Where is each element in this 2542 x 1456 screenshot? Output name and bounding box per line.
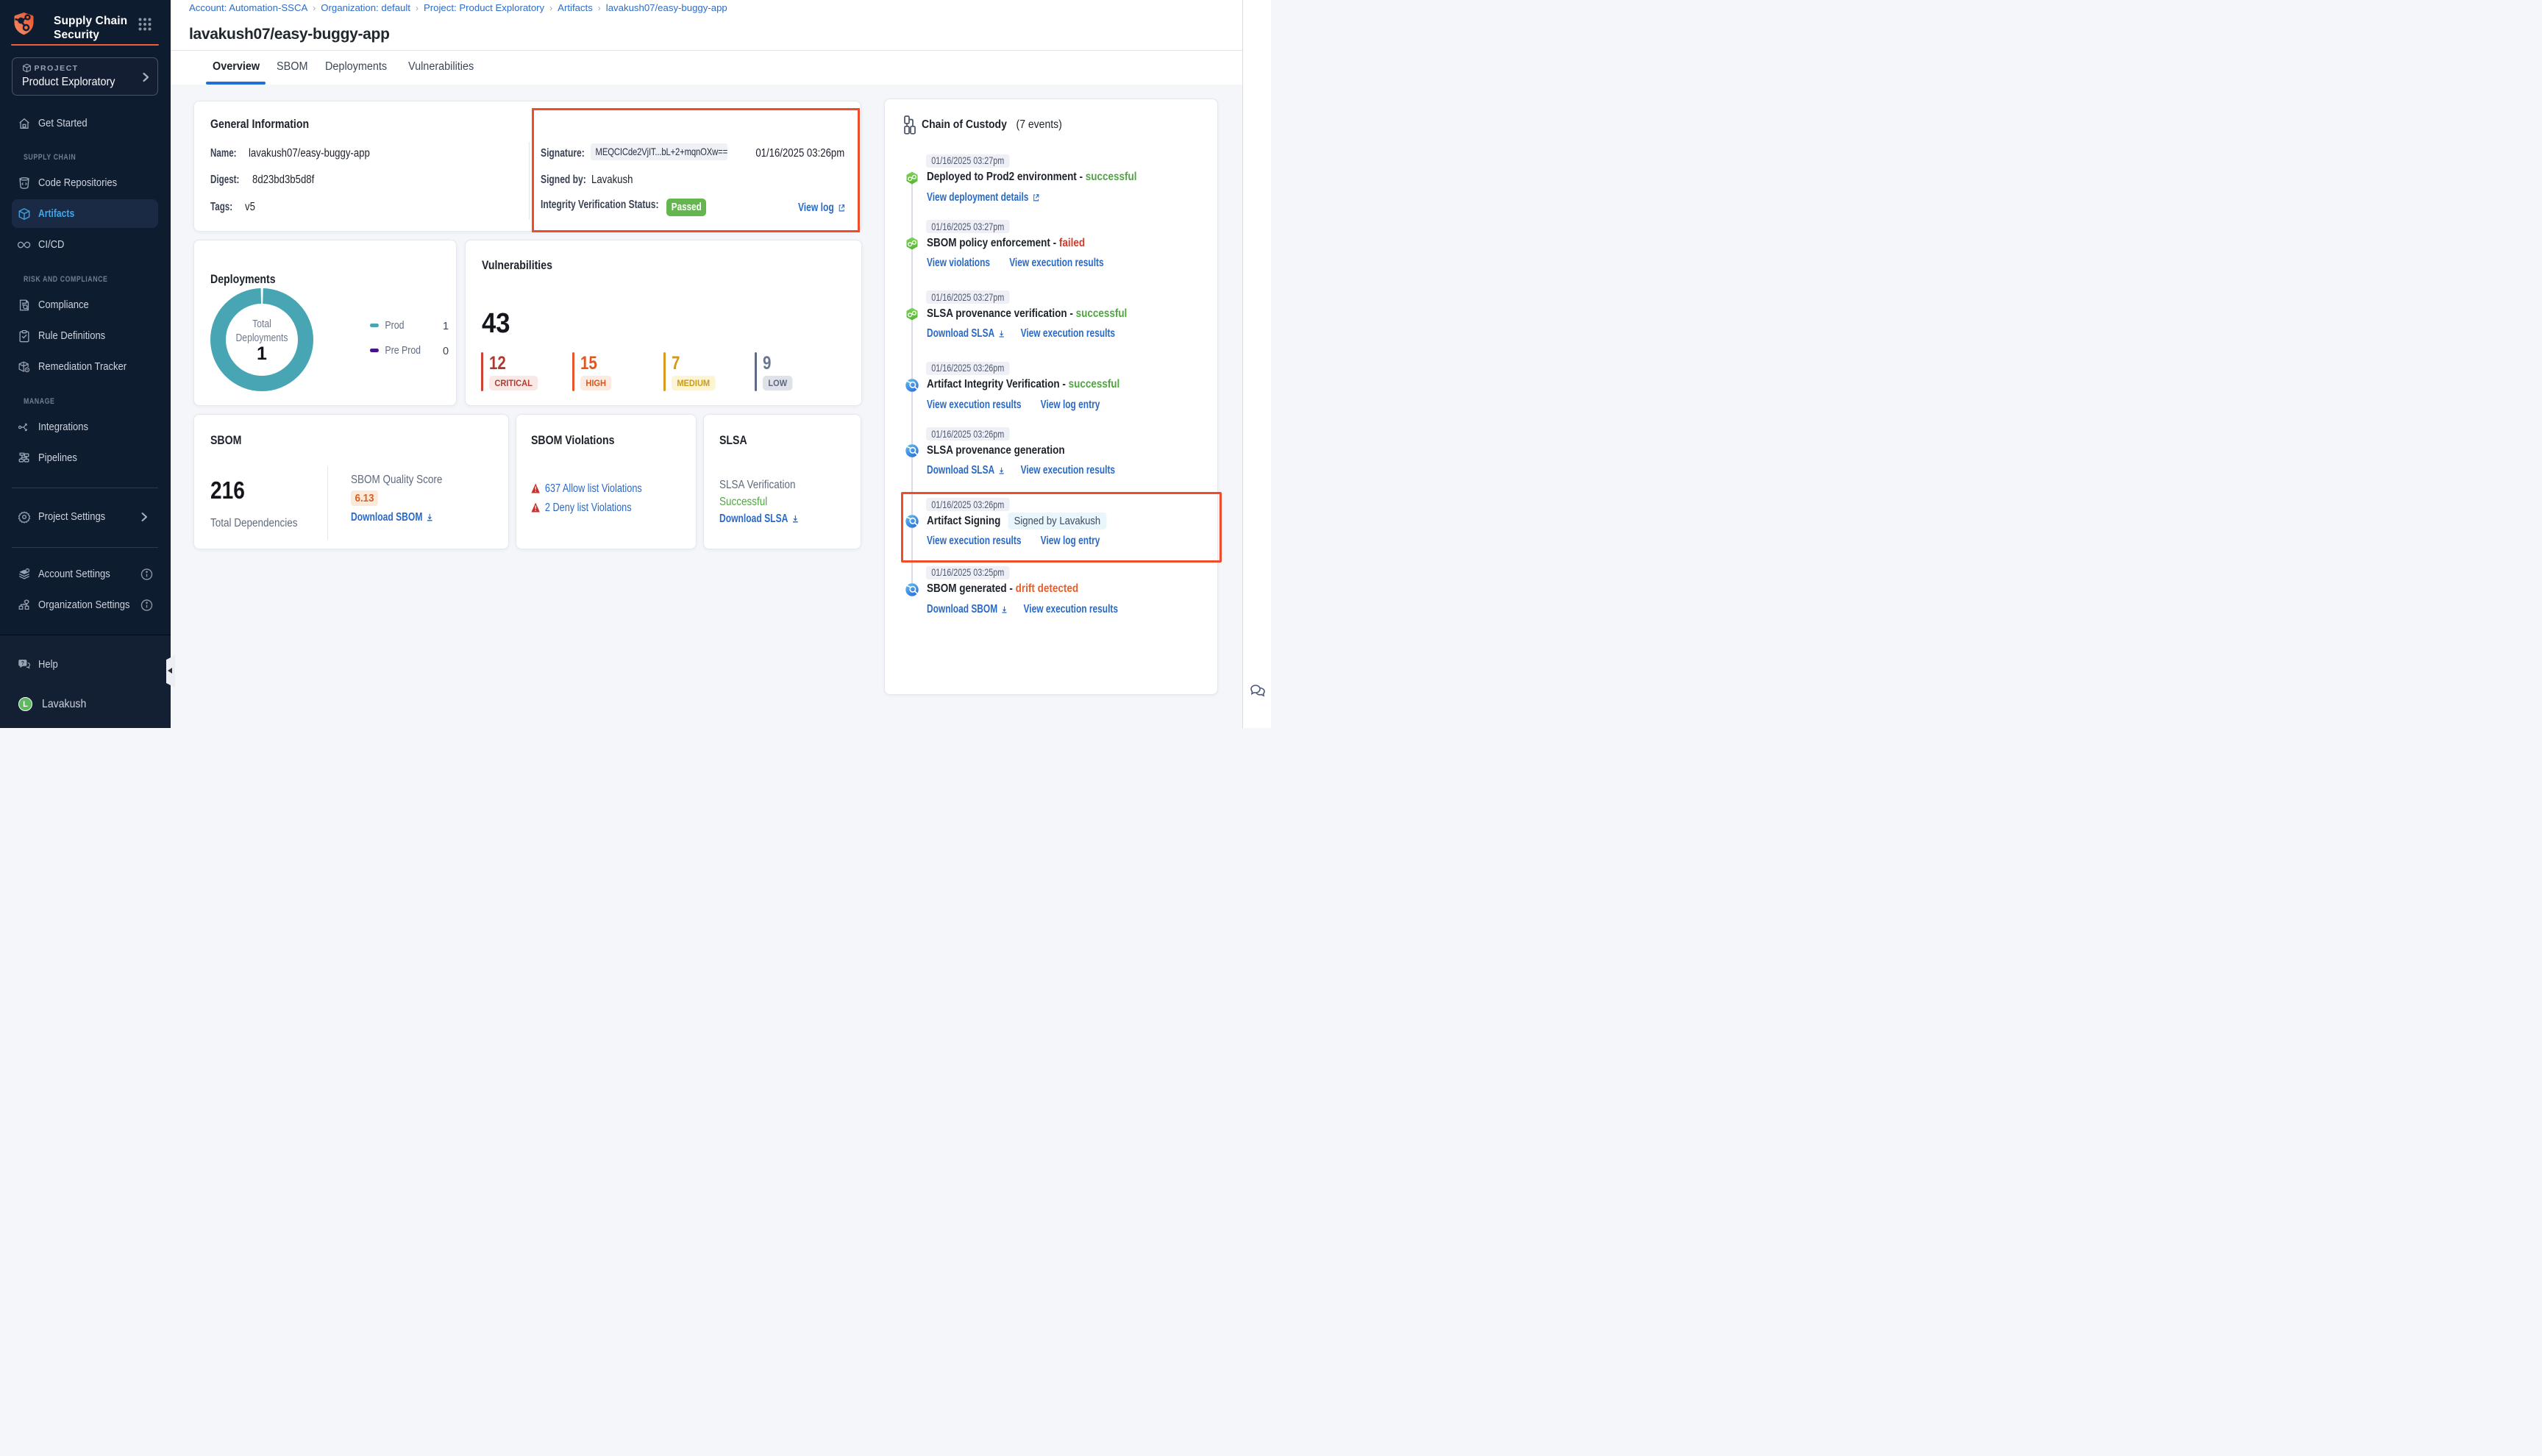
- svg-text:?: ?: [21, 660, 25, 666]
